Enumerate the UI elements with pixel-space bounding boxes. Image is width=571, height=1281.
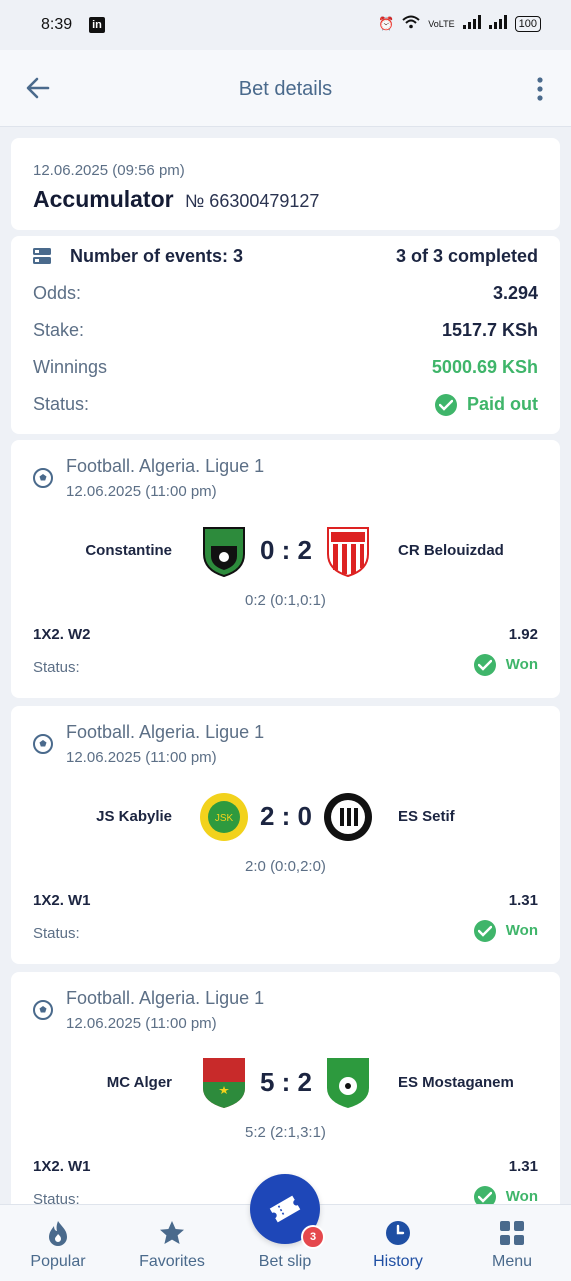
event-status-text: Won: [505, 921, 538, 939]
event-league: Football. Algeria. Ligue 1: [66, 722, 265, 742]
home-team-logo-icon: [199, 524, 249, 578]
event-league: Football. Algeria. Ligue 1: [66, 456, 265, 476]
bet-date: 12.06.2025 (09:56 pm): [33, 162, 185, 179]
nav-betslip-label: Bet slip: [258, 1253, 312, 1270]
events-count: Number of events: 3: [70, 246, 244, 266]
event-odd: 1.92: [508, 626, 538, 643]
bet-number: № 66300479127: [185, 191, 320, 211]
events-list-icon: [33, 247, 51, 265]
home-team: Constantine: [85, 542, 172, 559]
football-icon: [33, 1000, 53, 1020]
odds-row: Odds: 3.294: [33, 283, 538, 307]
market: 1X2. W1: [33, 1158, 91, 1175]
status-bar: 8:39 in ⏰ VoLTE 100: [0, 0, 571, 50]
ticket-icon: [269, 1195, 301, 1228]
event-card: Football. Algeria. Ligue 1 12.06.2025 (1…: [11, 440, 560, 698]
clock-icon: [384, 1219, 412, 1247]
event-odd: 1.31: [508, 1158, 538, 1175]
event-status: Won: [473, 654, 538, 676]
events-row: Number of events: 3 3 of 3 completed: [33, 246, 538, 270]
market: 1X2. W1: [33, 892, 91, 909]
event-odd: 1.31: [508, 892, 538, 909]
stake-value: 1517.7 KSh: [441, 320, 538, 340]
match-score: 5 : 2: [259, 1067, 313, 1097]
home-team: MC Alger: [106, 1074, 172, 1091]
stake-row: Stake: 1517.7 KSh: [33, 320, 538, 344]
away-team-logo-icon: [323, 524, 373, 578]
away-team: CR Belouizdad: [398, 542, 504, 559]
app-bar: Bet details: [0, 50, 571, 127]
status-icons: ⏰ VoLTE 100: [378, 15, 541, 32]
match-score: 2 : 0: [259, 801, 313, 831]
nav-menu[interactable]: Menu: [455, 1205, 569, 1281]
wifi-icon: [402, 15, 420, 32]
period-score: 5:2 (2:1,3:1): [245, 1124, 326, 1141]
svg-text:JSK: JSK: [215, 813, 234, 824]
bet-summary-card: Number of events: 3 3 of 3 completed Odd…: [11, 236, 560, 434]
winnings-label: Winnings: [33, 357, 108, 377]
bet-type: Accumulator: [33, 186, 174, 212]
status-row: Status: Paid out: [33, 394, 538, 418]
betslip-count-badge: 3: [301, 1225, 325, 1249]
nav-history[interactable]: History: [341, 1205, 455, 1281]
status-text: Paid out: [467, 394, 538, 414]
odds-value: 3.294: [492, 283, 538, 303]
battery-icon: 100: [514, 15, 541, 32]
match-score: 0 : 2: [259, 535, 313, 565]
alarm-icon: ⏰: [378, 15, 395, 31]
football-icon: [33, 734, 53, 754]
linkedin-icon: in: [89, 17, 105, 33]
network-label: VoLTE: [428, 18, 455, 29]
away-team-logo-icon: [323, 790, 373, 844]
nav-popular[interactable]: Popular: [1, 1205, 115, 1281]
status-time: 8:39: [41, 16, 73, 33]
nav-popular-label: Popular: [30, 1253, 86, 1270]
stake-label: Stake:: [33, 320, 85, 340]
event-status-text: Won: [505, 1187, 538, 1205]
more-vertical-icon[interactable]: [535, 76, 545, 102]
market: 1X2. W2: [33, 626, 91, 643]
winnings-row: Winnings 5000.69 KSh: [33, 357, 538, 381]
bet-header-card: 12.06.2025 (09:56 pm) Accumulator № 6630…: [11, 138, 560, 230]
completed-count: 3 of 3 completed: [395, 246, 538, 266]
event-date: 12.06.2025 (11:00 pm): [66, 749, 217, 766]
home-team-logo-icon: JSK: [199, 790, 249, 844]
star-icon: [158, 1219, 186, 1247]
status-label: Status:: [33, 394, 90, 414]
away-team: ES Setif: [398, 808, 455, 825]
event-status-label: Status:: [33, 659, 80, 676]
odds-label: Odds:: [33, 283, 82, 303]
event-status-label: Status:: [33, 925, 80, 942]
grid-menu-icon: [498, 1219, 526, 1247]
signal-icon: [462, 15, 481, 32]
period-score: 2:0 (0:0,2:0): [245, 858, 326, 875]
nav-history-label: History: [373, 1253, 423, 1270]
check-circle-icon: [473, 920, 496, 942]
nav-menu-label: Menu: [491, 1253, 533, 1270]
event-status-text: Won: [505, 655, 538, 673]
away-team: ES Mostaganem: [398, 1074, 514, 1091]
event-status: Won: [473, 920, 538, 942]
nav-favorites-label: Favorites: [139, 1253, 205, 1270]
period-score: 0:2 (0:1,0:1): [245, 592, 326, 609]
event-league: Football. Algeria. Ligue 1: [66, 988, 265, 1008]
event-date: 12.06.2025 (11:00 pm): [66, 483, 217, 500]
event-card: Football. Algeria. Ligue 1 12.06.2025 (1…: [11, 706, 560, 964]
check-circle-icon: [435, 394, 457, 417]
away-team-logo-icon: [323, 1056, 373, 1110]
nav-favorites[interactable]: Favorites: [115, 1205, 229, 1281]
status-value: Paid out: [435, 394, 538, 417]
football-icon: [33, 468, 53, 488]
home-team-logo-icon: [199, 1056, 249, 1110]
event-date: 12.06.2025 (11:00 pm): [66, 1015, 217, 1032]
page-title: Bet details: [238, 78, 333, 100]
check-circle-icon: [473, 654, 496, 676]
winnings-value: 5000.69 KSh: [431, 357, 538, 377]
home-team: JS Kabylie: [96, 808, 172, 825]
signal-icon-2: [488, 15, 507, 32]
flame-icon: [44, 1219, 72, 1247]
